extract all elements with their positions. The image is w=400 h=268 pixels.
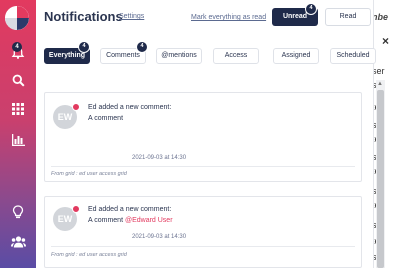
panel-title: Notifications bbox=[44, 9, 123, 24]
unread-dot bbox=[72, 103, 80, 111]
card-divider bbox=[51, 246, 355, 247]
grid-icon[interactable] bbox=[10, 101, 26, 117]
notification-count-badge: 4 bbox=[12, 42, 22, 52]
lightbulb-icon[interactable] bbox=[10, 204, 26, 220]
scrollbar[interactable]: ▲ bbox=[376, 80, 385, 268]
users-icon[interactable] bbox=[10, 234, 26, 250]
notification-source[interactable]: From grid : ed user access grid bbox=[51, 171, 127, 177]
notifications-panel: Notifications Settings Mark everything a… bbox=[36, 0, 385, 268]
notification-message: Ed added a new comment: bbox=[88, 206, 172, 213]
tab-everything-count-badge: 4 bbox=[78, 41, 90, 53]
notification-source[interactable]: From grid : ed user access grid bbox=[51, 252, 127, 258]
tab-mentions[interactable]: @mentions bbox=[156, 48, 202, 64]
mention-link[interactable]: @Edward User bbox=[125, 217, 173, 224]
card-divider bbox=[51, 166, 355, 167]
chart-icon[interactable] bbox=[10, 132, 26, 148]
tab-scheduled[interactable]: Scheduled bbox=[330, 48, 376, 64]
notification-comment: A comment @Edward User bbox=[88, 217, 173, 224]
notification-date: 2021-09-03 at 14:30 bbox=[132, 155, 187, 161]
notification-message: Ed added a new comment: bbox=[88, 104, 172, 111]
app-logo[interactable] bbox=[5, 6, 29, 30]
settings-link[interactable]: Settings bbox=[119, 13, 144, 20]
background-column-header: nbe bbox=[372, 12, 389, 22]
notification-list[interactable]: EW Ed added a new comment: A comment 202… bbox=[44, 88, 362, 268]
sidebar: 4 bbox=[0, 0, 36, 268]
unread-count-badge: 4 bbox=[305, 3, 317, 15]
comment-text: A comment bbox=[88, 217, 124, 224]
background-close-icon[interactable]: × bbox=[382, 34, 389, 48]
notification-card[interactable]: EW Ed added a new comment: A comment @Ed… bbox=[44, 196, 362, 268]
unread-dot bbox=[72, 205, 80, 213]
read-button[interactable]: Read bbox=[325, 8, 371, 26]
tab-assigned[interactable]: Assigned bbox=[273, 48, 319, 64]
scroll-up-arrow-icon[interactable]: ▲ bbox=[377, 81, 383, 87]
notification-date: 2021-09-03 at 14:30 bbox=[132, 234, 187, 240]
scrollbar-thumb[interactable] bbox=[377, 90, 384, 268]
notification-comment: A comment bbox=[88, 115, 124, 122]
search-icon[interactable] bbox=[10, 72, 26, 88]
tab-comments-count-badge: 4 bbox=[136, 41, 148, 53]
tab-access[interactable]: Access bbox=[213, 48, 259, 64]
notification-card[interactable]: EW Ed added a new comment: A comment 202… bbox=[44, 92, 362, 182]
mark-all-read-link[interactable]: Mark everything as read bbox=[191, 14, 266, 21]
